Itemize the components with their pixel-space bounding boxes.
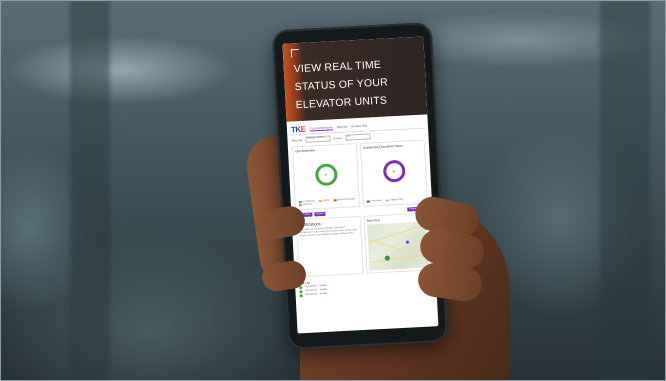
map-pin-icon[interactable] [384, 255, 390, 261]
brand-logo[interactable]: TKE [291, 124, 306, 134]
hero-banner: VIEW REAL TIME STATUS OF YOUR ELEVATOR U… [282, 36, 428, 122]
row-details-link[interactable]: Details [320, 293, 327, 295]
filter-label: Select By [291, 138, 303, 143]
card-title: Unplanned Downtime Hours [362, 143, 403, 150]
notifications-body: Your units are operating normally. Sched… [299, 226, 357, 237]
map-road [368, 223, 426, 243]
chart-legend: In Operation Alarms Service Requests Unk… [298, 198, 356, 207]
smartphone: VIEW REAL TIME STATUS OF YOUR ELEVATOR U… [271, 22, 449, 350]
phone-screen: VIEW REAL TIME STATUS OF YOUR ELEVATOR U… [282, 36, 439, 334]
nav-current-overview[interactable]: Current Overview [309, 124, 333, 132]
status-donut-chart[interactable]: ● [314, 163, 338, 187]
hero-line: VIEW REAL TIME [293, 58, 382, 76]
chart-legend: Total Hours Tracked Units [366, 198, 424, 203]
filter-label: Location [332, 136, 343, 140]
bracket-icon [290, 49, 300, 58]
hero-line: ELEVATOR UNITS [295, 94, 388, 112]
unit-overview-card[interactable]: Unit Overview ● In Operation Alarms Serv… [291, 143, 361, 211]
legend-item: Tracked Units [385, 199, 403, 202]
background-pillar [600, 0, 650, 381]
legend-item: Total Hours [366, 200, 382, 203]
nav-service-info[interactable]: Service Info [351, 124, 367, 129]
status-dot-icon [299, 294, 303, 297]
elevator-icon: ● [324, 172, 328, 177]
legend-item: Alarms [318, 200, 330, 203]
summary-cards: Unit Overview ● In Operation Alarms Serv… [291, 139, 429, 211]
row-details-link[interactable]: Details [320, 285, 327, 287]
downtime-donut-chart[interactable]: ● [382, 159, 406, 183]
downtime-card[interactable]: Unplanned Downtime Hours ● Total Hours T… [359, 139, 429, 207]
hero-line: STATUS OF YOUR [294, 76, 389, 94]
filter-select[interactable]: Building Location [304, 135, 331, 143]
background-pillar [70, 0, 110, 381]
nav-reports[interactable]: Reports [337, 125, 348, 130]
map-pin-icon[interactable] [405, 240, 410, 244]
details-button[interactable]: Details [314, 211, 326, 217]
card-title: Unit Overview [294, 148, 316, 154]
row-details-link[interactable]: Details [320, 289, 327, 291]
notifications-panel[interactable]: Notifications Your units are operating n… [295, 215, 364, 277]
legend-item: Service Requests [333, 198, 355, 202]
status-dot-icon [299, 290, 303, 293]
dashboard-app: TKE Current Overview Reports Service Inf… [287, 114, 437, 300]
legend-item: Unknown [298, 204, 312, 207]
secondary-cards: Notifications Your units are operating n… [295, 212, 432, 277]
map-road [369, 253, 428, 263]
filter-select[interactable]: All [345, 133, 371, 141]
clock-icon: ● [392, 169, 395, 174]
